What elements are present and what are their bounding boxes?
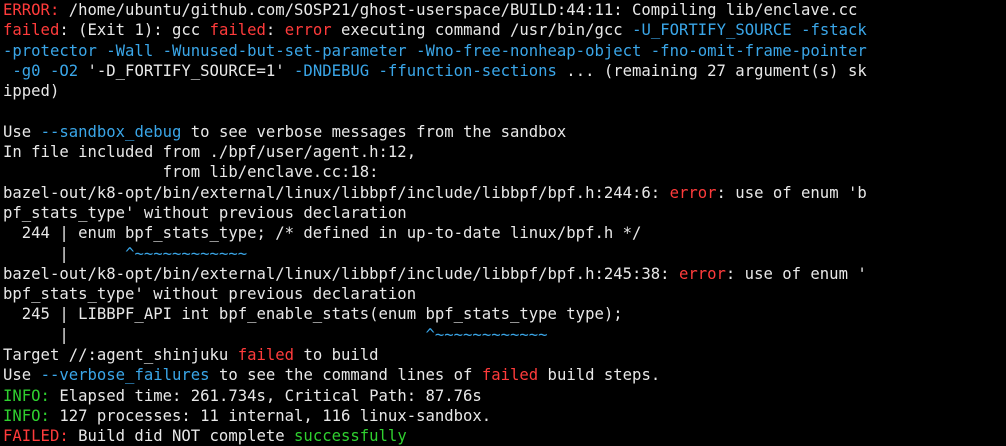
terminal-line: Use --verbose_failures to see the comman… bbox=[3, 365, 1006, 385]
terminal-text-segment: bazel-out/k8-opt/bin/external/linux/libb… bbox=[3, 183, 670, 202]
terminal-text-segment: to see verbose messages from the sandbox bbox=[181, 122, 567, 141]
terminal-text-segment: bpf_stats_type' without previous declara… bbox=[3, 285, 417, 304]
terminal-text-segment: | bbox=[3, 325, 426, 344]
terminal-text-segment: 127 processes: 11 internal, 116 linux-sa… bbox=[49, 406, 492, 425]
terminal-text-segment: /home/ubuntu/github.com/SOSP21/ghost-use… bbox=[59, 1, 858, 19]
terminal-line: ipped) bbox=[3, 81, 1006, 101]
terminal-line: Target //:agent_shinjuku failed to build bbox=[3, 345, 1006, 365]
terminal-text-segment: -DNDEBUG -ffunction-sections bbox=[284, 61, 557, 80]
terminal-line: 244 | enum bpf_stats_type; /* defined in… bbox=[3, 223, 1006, 243]
terminal-text-segment: : (Exit 1): gcc bbox=[59, 21, 210, 40]
terminal-text-segment: INFO: bbox=[3, 386, 50, 405]
terminal-text-segment: Use bbox=[3, 122, 41, 141]
terminal-line: bazel-out/k8-opt/bin/external/linux/libb… bbox=[3, 264, 1006, 284]
terminal-line: pf_stats_type' without previous declarat… bbox=[3, 203, 1006, 223]
terminal-text-segment: Use bbox=[3, 366, 41, 385]
terminal-text-segment: : use of enum 'b bbox=[716, 183, 867, 202]
terminal-text-segment: '-D_FORTIFY_SOURCE=1' bbox=[87, 61, 285, 80]
terminal-text-segment: executing command /usr/bin/gcc bbox=[331, 21, 633, 40]
terminal-text-segment: : use of enum ' bbox=[725, 264, 867, 283]
terminal-text-segment: --sandbox_debug bbox=[40, 122, 182, 141]
terminal-text-segment: Target //:agent_shinjuku bbox=[3, 346, 238, 365]
terminal-line: FAILED: Build did NOT complete successfu… bbox=[3, 426, 1006, 446]
terminal-text-segment: -protector -Wall -Wunused-but-set-parame… bbox=[3, 41, 867, 60]
terminal-text-segment: Elapsed time: 261.734s, Critical Path: 8… bbox=[49, 386, 482, 405]
terminal-text-segment: 245 | LIBBPF_API int bpf_enable_stats(en… bbox=[3, 305, 623, 324]
terminal-text-segment: Build did NOT complete bbox=[68, 427, 295, 446]
terminal-text-segment: ... (remaining 27 argument(s) sk bbox=[556, 61, 867, 80]
terminal-text-segment: In file included from ./bpf/user/agent.h… bbox=[3, 143, 417, 162]
terminal-line: failed: (Exit 1): gcc failed: error exec… bbox=[3, 20, 1006, 40]
terminal-line: bazel-out/k8-opt/bin/external/linux/libb… bbox=[3, 183, 1006, 203]
terminal-output[interactable]: ERROR: /home/ubuntu/github.com/SOSP21/gh… bbox=[0, 0, 1006, 446]
terminal-text-segment: ^~~~~~~~~~~~~ bbox=[425, 325, 548, 344]
terminal-text-segment: failed bbox=[3, 21, 60, 40]
terminal-text-segment: ipped) bbox=[3, 82, 60, 101]
terminal-text-segment: to see the command lines of bbox=[209, 366, 482, 385]
terminal-text-segment: error bbox=[678, 264, 726, 283]
terminal-line: 245 | LIBBPF_API int bpf_enable_stats(en… bbox=[3, 304, 1006, 324]
terminal-text-segment: to build bbox=[294, 346, 379, 365]
terminal-text-segment: failed bbox=[209, 21, 266, 40]
terminal-line: In file included from ./bpf/user/agent.h… bbox=[3, 142, 1006, 162]
terminal-line: -g0 -O2 '-D_FORTIFY_SOURCE=1' -DNDEBUG -… bbox=[3, 61, 1006, 81]
terminal-text-segment: -U_FORTIFY_SOURCE -fstack bbox=[632, 21, 867, 40]
terminal-text-segment: ERROR: bbox=[3, 1, 60, 19]
terminal-line: | ^~~~~~~~~~~~~ bbox=[3, 325, 1006, 345]
terminal-text-segment: bazel-out/k8-opt/bin/external/linux/libb… bbox=[3, 264, 679, 283]
terminal-text-segment: | bbox=[3, 244, 126, 263]
terminal-line: bpf_stats_type' without previous declara… bbox=[3, 284, 1006, 304]
terminal-text-segment: --verbose_failures bbox=[40, 366, 210, 385]
terminal-line: INFO: Elapsed time: 261.734s, Critical P… bbox=[3, 386, 1006, 406]
terminal-line: from lib/enclave.cc:18: bbox=[3, 162, 1006, 182]
terminal-text-segment: 244 | enum bpf_stats_type; /* defined in… bbox=[3, 224, 642, 243]
terminal-text-segment: failed bbox=[481, 366, 539, 385]
terminal-text-segment: ^~~~~~~~~~~~~ bbox=[125, 244, 248, 263]
terminal-text-segment: error bbox=[669, 183, 717, 202]
terminal-text-segment: : bbox=[265, 21, 285, 40]
terminal-text-segment: build steps. bbox=[538, 366, 661, 385]
terminal-line: -protector -Wall -Wunused-but-set-parame… bbox=[3, 41, 1006, 61]
terminal-text-segment: -g0 -O2 bbox=[3, 61, 88, 80]
terminal-text-segment: failed bbox=[237, 346, 295, 365]
terminal-line: ERROR: /home/ubuntu/github.com/SOSP21/gh… bbox=[3, 0, 1006, 20]
terminal-text-segment: successfully bbox=[294, 427, 407, 446]
terminal-line: Use --sandbox_debug to see verbose messa… bbox=[3, 122, 1006, 142]
terminal-text-segment: from lib/enclave.cc:18: bbox=[3, 163, 379, 182]
terminal-text-segment: INFO: bbox=[3, 406, 50, 425]
terminal-text-segment: pf_stats_type' without previous declarat… bbox=[3, 203, 407, 222]
terminal-text-segment: FAILED: bbox=[3, 427, 69, 446]
terminal-line: INFO: 127 processes: 11 internal, 116 li… bbox=[3, 406, 1006, 426]
terminal-line: | ^~~~~~~~~~~~~ bbox=[3, 244, 1006, 264]
terminal-text-segment: error bbox=[284, 21, 332, 40]
